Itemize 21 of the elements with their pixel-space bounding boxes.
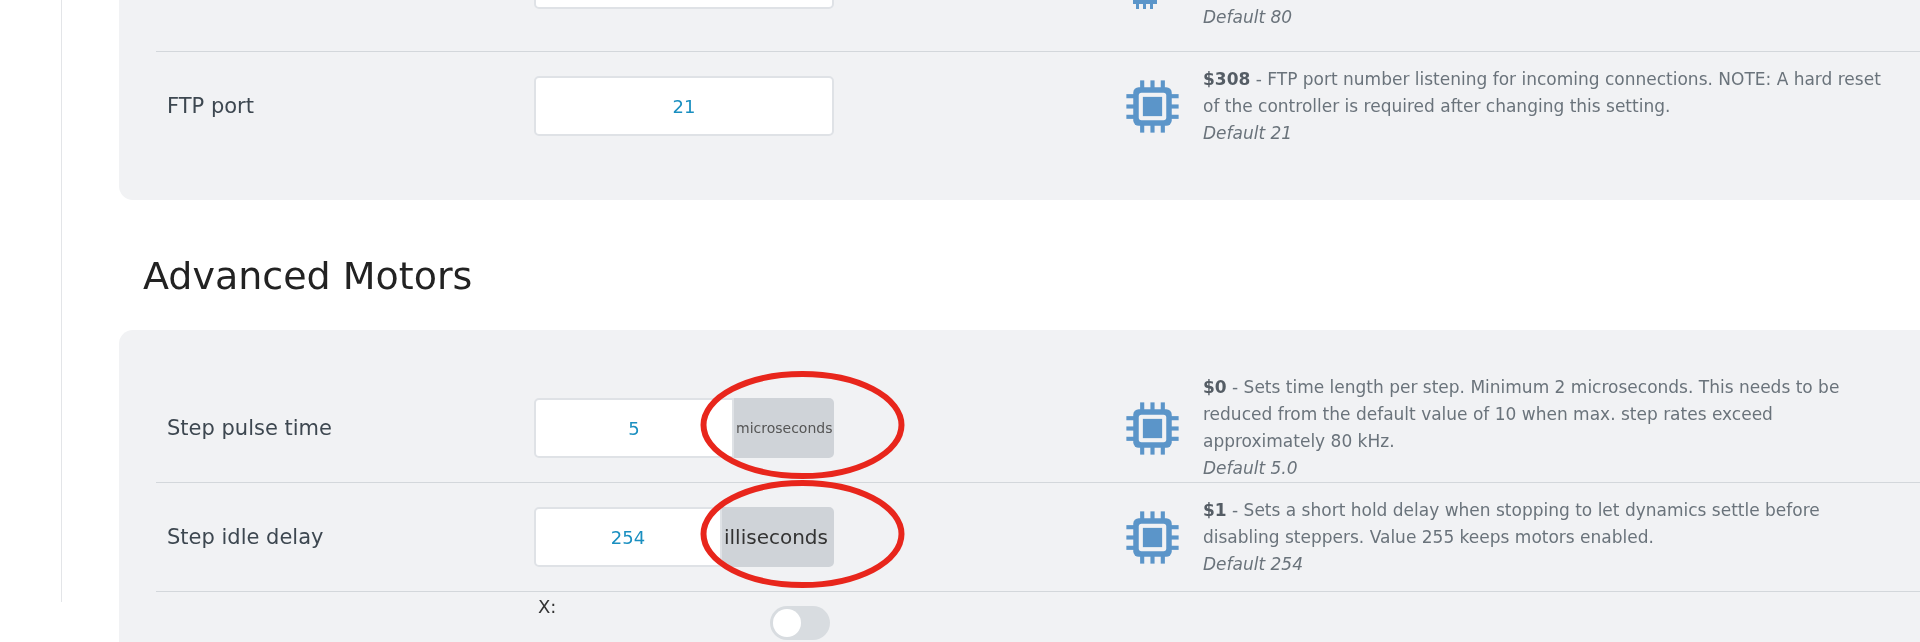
unit-label: microseconds [734,398,834,458]
input-field[interactable]: 5 [534,398,734,458]
default-value: Default 5.0 [1203,457,1299,480]
chip-icon [1125,509,1180,565]
chip-icon [1125,78,1180,134]
setting-label: FTP port [166,94,255,118]
setting-description: $308 - FTP port number listening for incoming connections. NOTE: A hard reset of the controller is required after changing this setting. [1203,67,1882,118]
chip-icon [1125,400,1180,456]
input-field[interactable]: 254 [534,507,722,567]
setting-label: Step pulse time [166,416,333,440]
default-value: Default 254 [1203,552,1304,576]
default-value: Default 80 [1203,6,1294,29]
default-value: Default 21 [1203,121,1294,145]
unit-label: illiseconds [722,507,834,567]
section-heading: Advanced Motors [142,253,474,300]
setting-label: Step idle delay [166,525,325,549]
axis-label: X: [537,596,558,617]
input-field[interactable]: 21 [534,76,834,136]
toggle-switch[interactable] [770,606,830,640]
setting-description: $1 - Sets a short hold delay when stopping to let dynamics settle before disabling steppers. Value 255 keeps motors enabled. [1203,498,1821,549]
setting-description: $0 - Sets time length per step. Minimum 2 microseconds. This needs to be reduced from the default value of 10 when max. step rates exceed approximately 80 kHz. [1203,376,1841,453]
